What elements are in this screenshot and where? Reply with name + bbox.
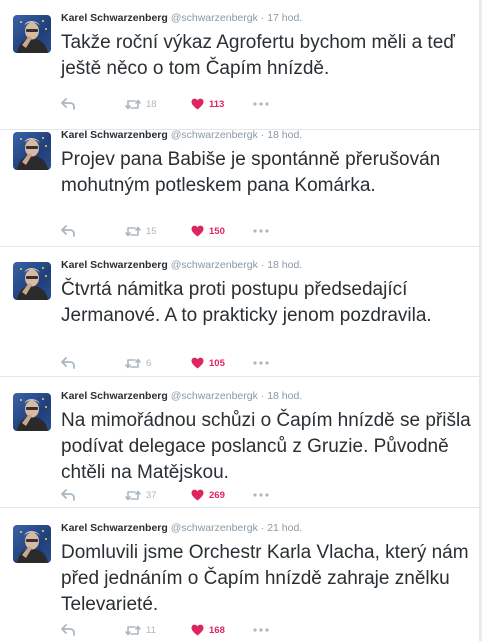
retweet-icon — [125, 226, 141, 236]
tweet-text: Na mimořádnou schůzi o Čapím hnízdě se p… — [61, 410, 471, 483]
more-dots-icon — [253, 102, 269, 106]
avatar[interactable] — [13, 525, 51, 563]
separator-dot: · — [260, 129, 265, 141]
tweet-header: Karel Schwarzenberg @schwarzenbergk · 18… — [61, 389, 302, 403]
avatar[interactable] — [13, 393, 51, 431]
like-button[interactable]: 105 — [191, 355, 225, 371]
avatar[interactable] — [13, 132, 51, 170]
author-name[interactable]: Karel Schwarzenberg — [61, 12, 168, 24]
tweet-timestamp[interactable]: 17 hod. — [267, 12, 302, 24]
tweet-timestamp[interactable]: 18 hod. — [267, 259, 302, 271]
tweet-text: Domluvili jsme Orchestr Karla Vlacha, kt… — [61, 542, 469, 615]
tweet[interactable]: Karel Schwarzenberg @schwarzenbergk · 18… — [0, 247, 479, 377]
retweet-count: 6 — [146, 357, 152, 369]
heart-icon — [191, 225, 204, 237]
author-handle[interactable]: @schwarzenbergk — [171, 390, 258, 402]
retweet-count: 11 — [146, 624, 156, 636]
retweet-count: 18 — [146, 98, 157, 110]
heart-icon — [191, 357, 204, 369]
reply-arrow-icon — [61, 624, 75, 636]
tweet-timestamp[interactable]: 21 hod. — [267, 522, 302, 534]
retweet-button[interactable]: 37 — [125, 487, 157, 503]
retweet-button[interactable]: 18 — [125, 96, 157, 112]
author-handle[interactable]: @schwarzenbergk — [171, 129, 258, 141]
tweet-text: Takže roční výkaz Agrofertu bychom měli … — [61, 32, 455, 79]
retweet-count: 37 — [146, 489, 157, 501]
more-dots-icon — [253, 229, 269, 233]
retweet-count: 15 — [146, 225, 157, 237]
tweet-actions: 15 150 — [61, 223, 471, 239]
like-count: 113 — [209, 98, 225, 110]
tweet-timeline: Karel Schwarzenberg @schwarzenbergk · 17… — [0, 0, 480, 641]
like-count: 269 — [209, 489, 225, 501]
more-button[interactable] — [253, 622, 269, 638]
author-handle[interactable]: @schwarzenbergk — [171, 259, 258, 271]
tweet-actions: 11 168 — [61, 622, 471, 638]
reply-button[interactable] — [61, 96, 75, 112]
like-count: 168 — [209, 624, 225, 636]
tweet-text: Čtvrtá námitka proti postupu předsedajíc… — [61, 279, 432, 326]
reply-button[interactable] — [61, 487, 75, 503]
more-dots-icon — [253, 628, 269, 632]
reply-button[interactable] — [61, 223, 75, 239]
tweet[interactable]: Karel Schwarzenberg @schwarzenbergk · 17… — [0, 0, 479, 130]
tweet-header: Karel Schwarzenberg @schwarzenbergk · 18… — [61, 128, 302, 142]
retweet-icon — [125, 99, 141, 109]
like-button[interactable]: 269 — [191, 487, 225, 503]
separator-dot: · — [260, 259, 265, 271]
like-button[interactable]: 168 — [191, 622, 225, 638]
avatar[interactable] — [13, 15, 51, 53]
tweet-actions: 6 105 — [61, 355, 471, 371]
retweet-icon — [125, 625, 141, 635]
like-count: 150 — [209, 225, 225, 237]
heart-icon — [191, 98, 204, 110]
avatar[interactable] — [13, 262, 51, 300]
tweet[interactable]: Karel Schwarzenberg @schwarzenbergk · 18… — [0, 117, 479, 247]
retweet-button[interactable]: 6 — [125, 355, 151, 371]
author-name[interactable]: Karel Schwarzenberg — [61, 129, 168, 141]
retweet-icon — [125, 358, 141, 368]
heart-icon — [191, 624, 204, 636]
retweet-icon — [125, 490, 141, 500]
tweet[interactable]: Karel Schwarzenberg @schwarzenbergk · 18… — [0, 378, 479, 508]
tweet[interactable]: Karel Schwarzenberg @schwarzenbergk · 21… — [0, 510, 479, 640]
tweet-timestamp[interactable]: 18 hod. — [267, 390, 302, 402]
more-button[interactable] — [253, 487, 269, 503]
tweet-header: Karel Schwarzenberg @schwarzenbergk · 21… — [61, 521, 302, 535]
more-button[interactable] — [253, 96, 269, 112]
retweet-button[interactable]: 15 — [125, 223, 157, 239]
tweet-actions: 18 113 — [61, 96, 471, 112]
reply-arrow-icon — [61, 98, 75, 110]
author-name[interactable]: Karel Schwarzenberg — [61, 390, 168, 402]
reply-arrow-icon — [61, 225, 75, 237]
heart-icon — [191, 489, 204, 501]
tweet-text: Projev pana Babiše je spontánně přerušov… — [61, 149, 441, 196]
reply-button[interactable] — [61, 622, 75, 638]
tweet-header: Karel Schwarzenberg @schwarzenbergk · 17… — [61, 11, 302, 25]
more-dots-icon — [253, 493, 269, 497]
author-handle[interactable]: @schwarzenbergk — [171, 522, 258, 534]
author-name[interactable]: Karel Schwarzenberg — [61, 259, 168, 271]
more-button[interactable] — [253, 355, 269, 371]
retweet-button[interactable]: 11 — [125, 622, 156, 638]
like-button[interactable]: 150 — [191, 223, 225, 239]
like-count: 105 — [209, 357, 225, 369]
reply-arrow-icon — [61, 489, 75, 501]
reply-button[interactable] — [61, 355, 75, 371]
like-button[interactable]: 113 — [191, 96, 224, 112]
separator-dot: · — [260, 390, 265, 402]
tweet-header: Karel Schwarzenberg @schwarzenbergk · 18… — [61, 258, 302, 272]
tweet-timestamp[interactable]: 18 hod. — [267, 129, 302, 141]
separator-dot: · — [260, 522, 265, 534]
more-dots-icon — [253, 361, 269, 365]
reply-arrow-icon — [61, 357, 75, 369]
tweet-actions: 37 269 — [61, 487, 471, 503]
author-name[interactable]: Karel Schwarzenberg — [61, 522, 168, 534]
author-handle[interactable]: @schwarzenbergk — [171, 12, 258, 24]
more-button[interactable] — [253, 223, 269, 239]
separator-dot: · — [260, 12, 265, 24]
